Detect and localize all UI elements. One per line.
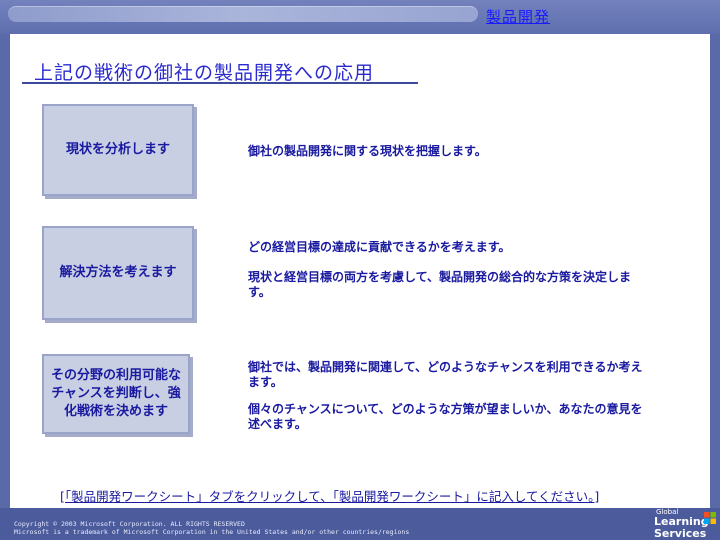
description-text: 御社では、製品開発に関連して、どのようなチャンスを利用できるか考えます。 xyxy=(248,360,643,389)
progress-bar xyxy=(8,6,478,22)
windows-flag-icon xyxy=(704,512,716,524)
description-text: どの経営目標の達成に貢献できるかを考えます。 xyxy=(248,240,511,254)
slide-title: 上記の戦術の御社の製品開発への応用 xyxy=(34,62,375,84)
description-text: 御社の製品開発に関する現状を把握します。 xyxy=(248,144,487,158)
copyright-line: Copyright © 2003 Microsoft Corporation. … xyxy=(14,520,245,528)
copyright-line: Microsoft is a trademark of Microsoft Co… xyxy=(14,528,410,536)
step-box-opportunity[interactable]: その分野の利用可能なチャンスを判断し、強化戦術を決めます xyxy=(42,354,190,434)
learning-services-logo: Global Learning Services xyxy=(648,508,716,540)
description-text: 現状と経営目標の両方を考慮して、製品開発の総合的な方策を決定します。 xyxy=(248,270,632,299)
left-rail xyxy=(0,34,10,524)
section-title-link[interactable]: 製品開発 xyxy=(486,6,550,27)
step-box-solution[interactable]: 解決方法を考えます xyxy=(42,226,194,320)
step-label: 現状を分析します xyxy=(65,142,170,157)
worksheet-instruction[interactable]: [「製品開発ワークシート」タブをクリックして、「製品開発ワークシート」に記入して… xyxy=(60,486,680,505)
copyright: Copyright © 2003 Microsoft Corporation. … xyxy=(14,520,409,536)
step-label: その分野の利用可能なチャンスを判断し、強化戦術を決めます xyxy=(50,368,181,419)
logo-text-sub: Services xyxy=(654,527,707,540)
description-text: 個々のチャンスについて、どのような方策が望ましいか、あなたの意見を述べます。 xyxy=(248,402,643,431)
step-box-analyze[interactable]: 現状を分析します xyxy=(42,104,194,196)
step-label: 解決方法を考えます xyxy=(59,265,177,280)
title-underline xyxy=(22,82,418,84)
